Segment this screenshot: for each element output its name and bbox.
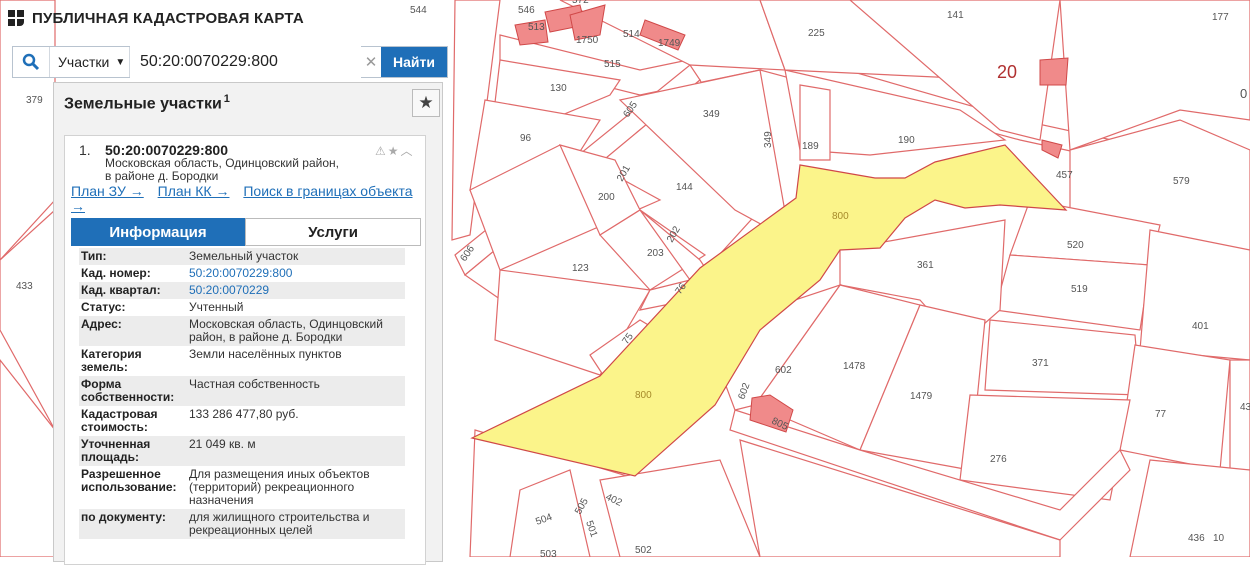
info-row: Категория земель: Земли населённых пункто… — [81, 347, 342, 374]
link-plan-zu[interactable]: План ЗУ → — [71, 183, 144, 199]
svg-text:141: 141 — [947, 10, 964, 21]
info-row: Кад. номер: 50:20:0070229:800 — [81, 266, 293, 280]
svg-text:800: 800 — [832, 211, 849, 222]
svg-text:800: 800 — [635, 390, 652, 401]
search-type-select[interactable]: Участки ▼ — [50, 47, 130, 77]
svg-text:546: 546 — [518, 5, 535, 16]
svg-text:1479: 1479 — [910, 391, 933, 402]
svg-text:349: 349 — [703, 109, 720, 120]
cadastre-logo-icon — [8, 10, 24, 26]
svg-text:519: 519 — [1071, 284, 1088, 295]
svg-text:436: 436 — [1188, 533, 1205, 544]
svg-text:457: 457 — [1056, 170, 1073, 181]
info-row: Разрешенное использование: Для размещения… — [81, 467, 370, 507]
svg-text:1478: 1478 — [843, 361, 866, 372]
info-row: Уточненная площадь: 21 049 кв. м — [79, 436, 405, 466]
svg-text:515: 515 — [604, 59, 621, 70]
svg-text:203: 203 — [647, 248, 664, 259]
find-button[interactable]: Найти — [381, 47, 447, 77]
svg-text:43: 43 — [1240, 402, 1250, 413]
card-tools[interactable]: ⚠★︿ — [375, 142, 415, 159]
panel-title: Земельные участки 1 — [64, 93, 230, 113]
svg-text:579: 579 — [1173, 176, 1190, 187]
svg-text:0: 0 — [1240, 86, 1247, 101]
info-row: Тип: Земельный участок — [79, 248, 405, 265]
svg-text:144: 144 — [676, 182, 693, 193]
star-outline-icon[interactable]: ★ — [388, 144, 401, 158]
info-row: Форма собственности: Частная собственност… — [79, 376, 405, 406]
svg-text:520: 520 — [1067, 240, 1084, 251]
svg-text:433: 433 — [16, 281, 33, 292]
svg-text:514: 514 — [623, 29, 640, 40]
result-index: 1. — [79, 142, 91, 158]
svg-text:602: 602 — [775, 365, 792, 376]
tab-information[interactable]: Информация — [71, 218, 245, 246]
search-type-label: Участки — [58, 54, 110, 70]
result-count: 1 — [223, 93, 230, 105]
app-header: ПУБЛИЧНАЯ КАДАСТРОВАЯ КАРТА — [8, 7, 304, 29]
search-icon[interactable] — [13, 47, 50, 77]
svg-text:503: 503 — [540, 549, 557, 557]
search-input[interactable] — [130, 46, 361, 78]
svg-text:130: 130 — [550, 83, 567, 94]
chevron-down-icon: ▼ — [115, 56, 126, 68]
svg-text:361: 361 — [917, 260, 934, 271]
svg-text:371: 371 — [1032, 358, 1049, 369]
chevron-up-icon[interactable]: ︿ — [401, 144, 415, 158]
svg-text:1750: 1750 — [576, 35, 599, 46]
svg-text:189: 189 — [802, 141, 819, 152]
info-row: Статус: Учтенный — [81, 300, 244, 314]
warning-icon[interactable]: ⚠ — [375, 144, 388, 158]
app-title: ПУБЛИЧНАЯ КАДАСТРОВАЯ КАРТА — [32, 9, 304, 27]
svg-text:401: 401 — [1192, 321, 1209, 332]
svg-text:77: 77 — [1155, 409, 1167, 420]
svg-text:200: 200 — [598, 192, 615, 203]
favorite-button[interactable]: ★ — [412, 89, 440, 117]
svg-text:10: 10 — [1213, 533, 1225, 544]
info-row: Адрес: Московская область, Одинцовский ра… — [79, 316, 405, 346]
svg-text:544: 544 — [410, 5, 427, 16]
svg-text:572: 572 — [572, 0, 589, 6]
svg-text:349: 349 — [763, 131, 774, 148]
info-row: по документу: для жилищного строительства… — [79, 509, 405, 539]
svg-text:502: 502 — [635, 545, 652, 556]
tab-services[interactable]: Услуги — [245, 218, 421, 246]
star-icon: ★ — [418, 93, 434, 112]
svg-text:177: 177 — [1212, 12, 1229, 23]
svg-text:96: 96 — [520, 133, 532, 144]
info-row: Кад. квартал: 50:20:0070229 — [79, 282, 405, 299]
svg-text:1749: 1749 — [658, 38, 681, 49]
link-plan-kk[interactable]: План КК → — [158, 183, 230, 199]
svg-text:513: 513 — [528, 22, 545, 33]
svg-text:276: 276 — [990, 454, 1007, 465]
svg-text:379: 379 — [26, 95, 43, 106]
info-table: Тип: Земельный участок Кад. номер: 50:20:0… — [79, 248, 405, 539]
card-tabs: Информация Услуги — [71, 218, 421, 246]
card-links: План ЗУ → План КК → Поиск в границах объ… — [71, 184, 421, 214]
result-card: 1. 50:20:0070229:800 ⚠★︿ Московская обла… — [64, 135, 426, 565]
svg-text:225: 225 — [808, 28, 825, 39]
info-row: Кадастровая стоимость: 133 286 477,80 руб… — [81, 407, 299, 434]
svg-text:190: 190 — [898, 135, 915, 146]
result-address: Московская область, Одинцовский район, в… — [105, 156, 339, 183]
search-bar: Участки ▼ ✕ Найти — [12, 46, 448, 78]
svg-text:123: 123 — [572, 263, 589, 274]
clear-icon[interactable]: ✕ — [361, 53, 381, 71]
results-panel: Земельные участки 1 ★ 1. 50:20:0070229:80… — [53, 82, 443, 565]
svg-text:20: 20 — [997, 62, 1017, 82]
